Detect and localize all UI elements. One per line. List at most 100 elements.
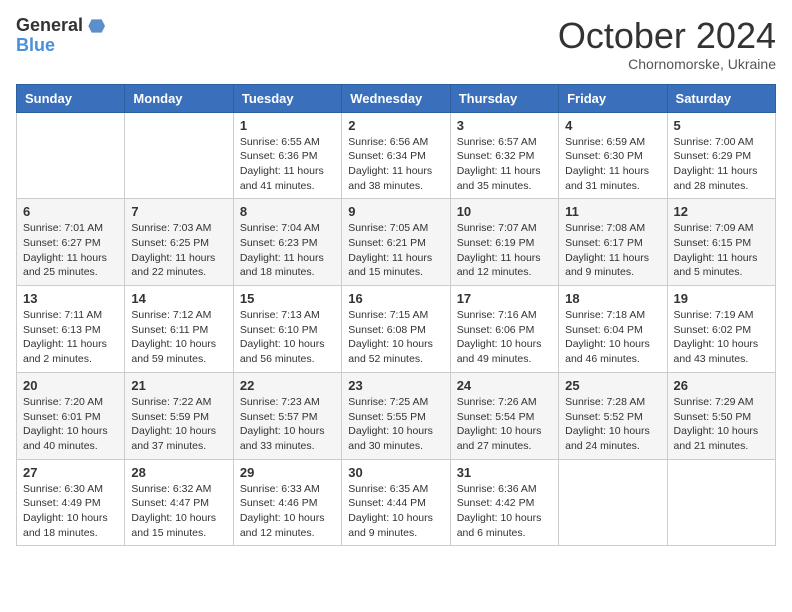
- day-info: Sunrise: 7:16 AMSunset: 6:06 PMDaylight:…: [457, 308, 552, 367]
- calendar-day-cell: 16 Sunrise: 7:15 AMSunset: 6:08 PMDayligh…: [342, 286, 450, 373]
- calendar-day-cell: 11 Sunrise: 7:08 AMSunset: 6:17 PMDayligh…: [559, 199, 667, 286]
- day-number: 20: [23, 378, 118, 393]
- day-info: Sunrise: 6:59 AMSunset: 6:30 PMDaylight:…: [565, 135, 660, 194]
- day-info: Sunrise: 6:56 AMSunset: 6:34 PMDaylight:…: [348, 135, 443, 194]
- day-info: Sunrise: 7:01 AMSunset: 6:27 PMDaylight:…: [23, 221, 118, 280]
- calendar-day-cell: 29 Sunrise: 6:33 AMSunset: 4:46 PMDayligh…: [233, 459, 341, 546]
- logo-icon: [85, 16, 105, 36]
- calendar-day-cell: 25 Sunrise: 7:28 AMSunset: 5:52 PMDayligh…: [559, 372, 667, 459]
- day-info: Sunrise: 7:15 AMSunset: 6:08 PMDaylight:…: [348, 308, 443, 367]
- calendar-week-row: 27 Sunrise: 6:30 AMSunset: 4:49 PMDayligh…: [17, 459, 776, 546]
- day-number: 4: [565, 118, 660, 133]
- day-number: 6: [23, 204, 118, 219]
- day-info: Sunrise: 7:22 AMSunset: 5:59 PMDaylight:…: [131, 395, 226, 454]
- calendar-day-cell: 1Sunrise: 6:55 AMSunset: 6:36 PMDaylight…: [233, 112, 341, 199]
- calendar-day-cell: 31 Sunrise: 6:36 AMSunset: 4:42 PMDayligh…: [450, 459, 558, 546]
- calendar-day-cell: 23 Sunrise: 7:25 AMSunset: 5:55 PMDayligh…: [342, 372, 450, 459]
- calendar-table: SundayMondayTuesdayWednesdayThursdayFrid…: [16, 84, 776, 547]
- calendar-day-cell: [559, 459, 667, 546]
- day-number: 24: [457, 378, 552, 393]
- day-info: Sunrise: 7:05 AMSunset: 6:21 PMDaylight:…: [348, 221, 443, 280]
- day-info: Sunrise: 7:13 AMSunset: 6:10 PMDaylight:…: [240, 308, 335, 367]
- day-number: 30: [348, 465, 443, 480]
- calendar-day-cell: [667, 459, 775, 546]
- day-info: Sunrise: 7:29 AMSunset: 5:50 PMDaylight:…: [674, 395, 769, 454]
- calendar-day-cell: 2Sunrise: 6:56 AMSunset: 6:34 PMDaylight…: [342, 112, 450, 199]
- day-info: Sunrise: 6:33 AMSunset: 4:46 PMDaylight:…: [240, 482, 335, 541]
- weekday-header: Wednesday: [342, 84, 450, 112]
- weekday-header: Monday: [125, 84, 233, 112]
- calendar-day-cell: 21 Sunrise: 7:22 AMSunset: 5:59 PMDayligh…: [125, 372, 233, 459]
- day-number: 21: [131, 378, 226, 393]
- calendar-week-row: 1Sunrise: 6:55 AMSunset: 6:36 PMDaylight…: [17, 112, 776, 199]
- day-info: Sunrise: 7:11 AMSunset: 6:13 PMDaylight:…: [23, 308, 118, 367]
- calendar-day-cell: 14 Sunrise: 7:12 AMSunset: 6:11 PMDayligh…: [125, 286, 233, 373]
- calendar-day-cell: 26 Sunrise: 7:29 AMSunset: 5:50 PMDayligh…: [667, 372, 775, 459]
- day-info: Sunrise: 7:08 AMSunset: 6:17 PMDaylight:…: [565, 221, 660, 280]
- day-number: 14: [131, 291, 226, 306]
- logo-general-text: General: [16, 16, 83, 36]
- calendar-day-cell: 17 Sunrise: 7:16 AMSunset: 6:06 PMDayligh…: [450, 286, 558, 373]
- day-number: 18: [565, 291, 660, 306]
- calendar-day-cell: 8 Sunrise: 7:04 AMSunset: 6:23 PMDaylight…: [233, 199, 341, 286]
- calendar-day-cell: 5 Sunrise: 7:00 AMSunset: 6:29 PMDaylight…: [667, 112, 775, 199]
- day-number: 17: [457, 291, 552, 306]
- header: General Blue October 2024 Chornomorske, …: [16, 16, 776, 72]
- calendar-day-cell: 18 Sunrise: 7:18 AMSunset: 6:04 PMDayligh…: [559, 286, 667, 373]
- day-number: 31: [457, 465, 552, 480]
- logo-blue-text: Blue: [16, 35, 55, 55]
- day-number: 27: [23, 465, 118, 480]
- calendar-day-cell: 9 Sunrise: 7:05 AMSunset: 6:21 PMDaylight…: [342, 199, 450, 286]
- day-info: Sunrise: 6:32 AMSunset: 4:47 PMDaylight:…: [131, 482, 226, 541]
- day-info: Sunrise: 6:35 AMSunset: 4:44 PMDaylight:…: [348, 482, 443, 541]
- day-number: 3: [457, 118, 552, 133]
- calendar-day-cell: 30 Sunrise: 6:35 AMSunset: 4:44 PMDayligh…: [342, 459, 450, 546]
- day-info: Sunrise: 6:55 AMSunset: 6:36 PMDaylight:…: [240, 135, 335, 194]
- logo: General Blue: [16, 16, 105, 56]
- day-number: 13: [23, 291, 118, 306]
- calendar-day-cell: 10Sunrise: 7:07 AMSunset: 6:19 PMDayligh…: [450, 199, 558, 286]
- calendar-header-row: SundayMondayTuesdayWednesdayThursdayFrid…: [17, 84, 776, 112]
- calendar-day-cell: 7 Sunrise: 7:03 AMSunset: 6:25 PMDaylight…: [125, 199, 233, 286]
- day-number: 19: [674, 291, 769, 306]
- day-number: 5: [674, 118, 769, 133]
- day-number: 11: [565, 204, 660, 219]
- calendar-day-cell: 22 Sunrise: 7:23 AMSunset: 5:57 PMDayligh…: [233, 372, 341, 459]
- day-number: 23: [348, 378, 443, 393]
- calendar-day-cell: 3 Sunrise: 6:57 AMSunset: 6:32 PMDaylight…: [450, 112, 558, 199]
- day-info: Sunrise: 7:28 AMSunset: 5:52 PMDaylight:…: [565, 395, 660, 454]
- calendar-day-cell: [125, 112, 233, 199]
- day-info: Sunrise: 7:00 AMSunset: 6:29 PMDaylight:…: [674, 135, 769, 194]
- day-info: Sunrise: 7:12 AMSunset: 6:11 PMDaylight:…: [131, 308, 226, 367]
- day-number: 9: [348, 204, 443, 219]
- month-title: October 2024: [558, 16, 776, 56]
- day-info: Sunrise: 7:18 AMSunset: 6:04 PMDaylight:…: [565, 308, 660, 367]
- calendar-day-cell: 28Sunrise: 6:32 AMSunset: 4:47 PMDayligh…: [125, 459, 233, 546]
- day-number: 25: [565, 378, 660, 393]
- calendar-day-cell: 13 Sunrise: 7:11 AMSunset: 6:13 PMDayligh…: [17, 286, 125, 373]
- day-info: Sunrise: 6:36 AMSunset: 4:42 PMDaylight:…: [457, 482, 552, 541]
- calendar-day-cell: 27 Sunrise: 6:30 AMSunset: 4:49 PMDayligh…: [17, 459, 125, 546]
- day-info: Sunrise: 7:25 AMSunset: 5:55 PMDaylight:…: [348, 395, 443, 454]
- weekday-header: Sunday: [17, 84, 125, 112]
- calendar-week-row: 20Sunrise: 7:20 AMSunset: 6:01 PMDayligh…: [17, 372, 776, 459]
- day-info: Sunrise: 7:09 AMSunset: 6:15 PMDaylight:…: [674, 221, 769, 280]
- day-number: 7: [131, 204, 226, 219]
- calendar-week-row: 13 Sunrise: 7:11 AMSunset: 6:13 PMDayligh…: [17, 286, 776, 373]
- calendar-day-cell: 15Sunrise: 7:13 AMSunset: 6:10 PMDayligh…: [233, 286, 341, 373]
- calendar-day-cell: 12Sunrise: 7:09 AMSunset: 6:15 PMDayligh…: [667, 199, 775, 286]
- day-number: 26: [674, 378, 769, 393]
- day-info: Sunrise: 6:30 AMSunset: 4:49 PMDaylight:…: [23, 482, 118, 541]
- weekday-header: Friday: [559, 84, 667, 112]
- calendar-day-cell: 19Sunrise: 7:19 AMSunset: 6:02 PMDayligh…: [667, 286, 775, 373]
- day-number: 29: [240, 465, 335, 480]
- day-info: Sunrise: 7:04 AMSunset: 6:23 PMDaylight:…: [240, 221, 335, 280]
- calendar-day-cell: [17, 112, 125, 199]
- day-info: Sunrise: 7:03 AMSunset: 6:25 PMDaylight:…: [131, 221, 226, 280]
- day-info: Sunrise: 6:57 AMSunset: 6:32 PMDaylight:…: [457, 135, 552, 194]
- day-number: 8: [240, 204, 335, 219]
- day-info: Sunrise: 7:23 AMSunset: 5:57 PMDaylight:…: [240, 395, 335, 454]
- day-number: 22: [240, 378, 335, 393]
- location-subtitle: Chornomorske, Ukraine: [558, 56, 776, 72]
- day-number: 16: [348, 291, 443, 306]
